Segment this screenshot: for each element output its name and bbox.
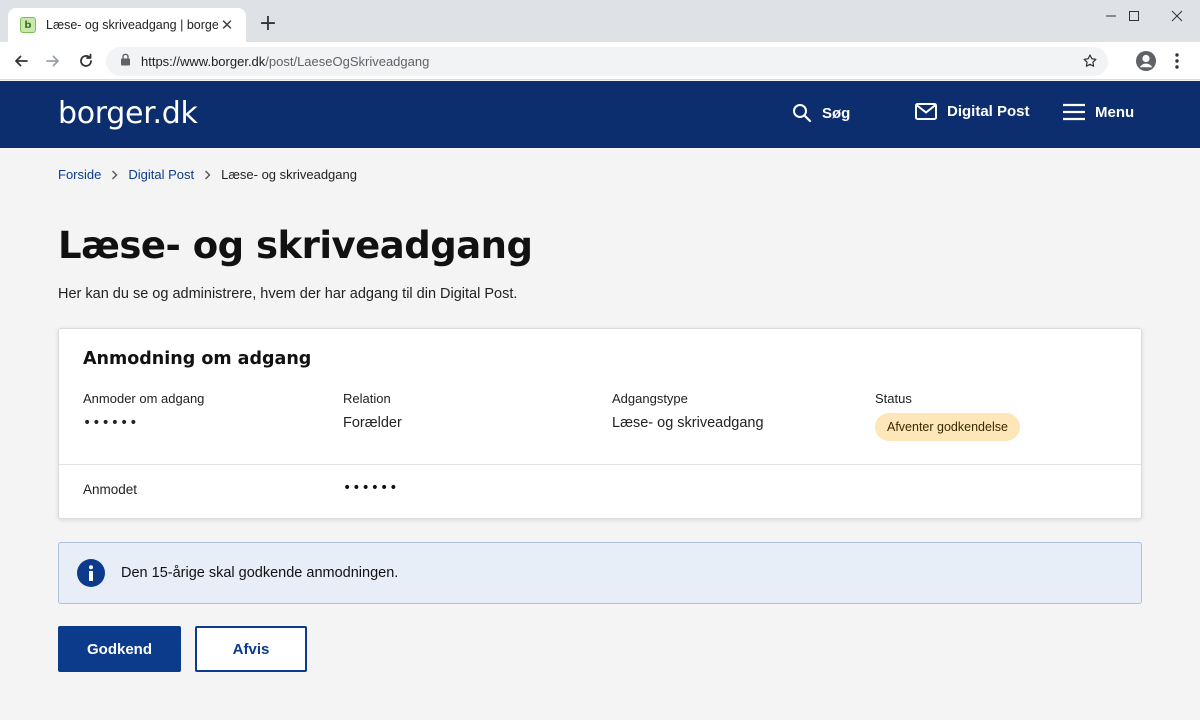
chevron-right-icon xyxy=(111,170,118,180)
access-type-value: Læse- og skriveadgang xyxy=(612,415,764,431)
browser-menu-icon[interactable] xyxy=(1170,51,1184,71)
access-request-card: Anmodning om adgang Anmoder om adgang ••… xyxy=(58,328,1142,519)
chevron-right-icon xyxy=(204,170,211,180)
hamburger-menu-icon xyxy=(1063,103,1085,121)
new-tab-plus-icon[interactable]: + xyxy=(256,12,280,36)
requested-label: Anmodet xyxy=(83,482,138,497)
page-title: Læse- og skriveadgang xyxy=(58,224,533,267)
back-arrow-icon[interactable] xyxy=(9,49,33,73)
bookmark-star-icon[interactable] xyxy=(1082,53,1098,74)
menu-label: Menu xyxy=(1095,103,1135,121)
search-label: Søg xyxy=(822,104,851,122)
card-divider xyxy=(59,464,1141,465)
reload-icon[interactable] xyxy=(74,49,98,73)
breadcrumb-forside[interactable]: Forside xyxy=(58,167,101,182)
digital-post-button[interactable]: Digital Post xyxy=(915,103,1030,120)
tab-title: Læse- og skriveadgang | borger.dk xyxy=(46,18,218,32)
requested-value: •••••• xyxy=(343,480,399,496)
breadcrumb-digital-post[interactable]: Digital Post xyxy=(128,167,194,182)
forward-arrow-icon[interactable] xyxy=(41,49,65,73)
requester-label: Anmoder om adgang xyxy=(83,391,205,406)
breadcrumb: Forside Digital Post Læse- og skriveadga… xyxy=(58,167,357,182)
info-box: Den 15-årige skal godkende anmodningen. xyxy=(58,542,1142,604)
search-icon xyxy=(793,104,812,123)
relation-value: Forælder xyxy=(343,415,402,431)
tab-close-icon[interactable]: ✕ xyxy=(218,16,236,34)
menu-button[interactable]: Menu xyxy=(1063,103,1134,121)
profile-avatar-icon[interactable] xyxy=(1135,50,1157,72)
relation-label: Relation xyxy=(343,391,391,406)
status-badge: Afventer godkendelse xyxy=(875,413,1020,441)
url-path: /post/LaeseOgSkriveadgang xyxy=(265,54,430,69)
window-close-icon[interactable] xyxy=(1154,2,1200,30)
url-host: https://www.borger.dk xyxy=(141,54,266,69)
site-header: borger.dk Søg Digital Post Menu xyxy=(0,81,1200,148)
window-maximize-icon[interactable] xyxy=(1111,2,1157,30)
approve-button[interactable]: Godkend xyxy=(58,626,181,672)
page-lead: Her kan du se og administrere, hvem der … xyxy=(58,286,518,302)
browser-tab-bar: b Læse- og skriveadgang | borger.dk ✕ + xyxy=(0,0,1200,42)
address-bar[interactable]: https://www.borger.dk/post/LaeseOgSkrive… xyxy=(106,47,1108,76)
browser-tab[interactable]: b Læse- og skriveadgang | borger.dk ✕ xyxy=(8,8,246,42)
status-label: Status xyxy=(875,391,912,406)
card-title: Anmodning om adgang xyxy=(83,349,312,369)
lock-icon xyxy=(120,53,131,71)
envelope-icon xyxy=(915,103,937,120)
search-button[interactable]: Søg xyxy=(792,103,850,123)
info-text: Den 15-årige skal godkende anmodningen. xyxy=(121,565,399,581)
url-text: https://www.borger.dk/post/LaeseOgSkrive… xyxy=(141,54,429,69)
digital-post-label: Digital Post xyxy=(947,103,1030,120)
borger-logo[interactable]: borger.dk xyxy=(58,96,198,131)
info-icon xyxy=(77,559,105,587)
breadcrumb-current: Læse- og skriveadgang xyxy=(221,167,357,182)
access-type-label: Adgangstype xyxy=(612,391,688,406)
requester-value: •••••• xyxy=(83,415,139,431)
reject-button[interactable]: Afvis xyxy=(195,626,307,672)
browser-toolbar: https://www.borger.dk/post/LaeseOgSkrive… xyxy=(0,42,1200,80)
borger-favicon-icon: b xyxy=(20,17,36,33)
